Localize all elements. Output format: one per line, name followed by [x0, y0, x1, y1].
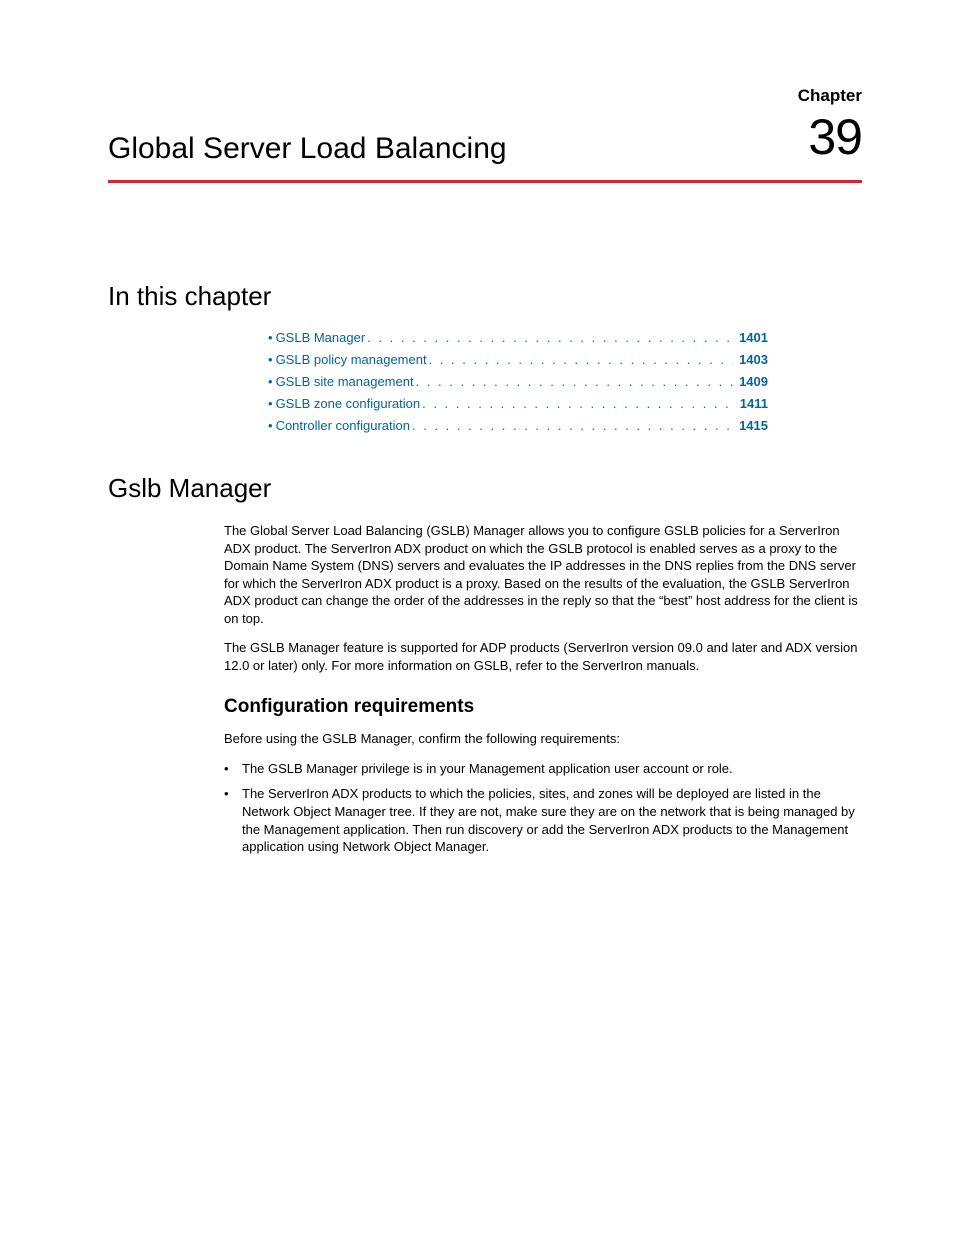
toc-link[interactable]: GSLB Manager	[276, 330, 366, 345]
toc-leader: . . . . . . . . . . . . . . . . . . . . …	[420, 396, 734, 411]
toc-item: • GSLB Manager . . . . . . . . . . . . .…	[268, 330, 768, 345]
chapter-rule	[108, 180, 862, 183]
toc-page-link[interactable]: 1415	[733, 418, 768, 433]
bullet-icon: •	[268, 352, 273, 367]
body-content: The Global Server Load Balancing (GSLB) …	[224, 522, 864, 856]
bullet-icon: •	[224, 760, 242, 778]
toc-leader: . . . . . . . . . . . . . . . . . . . . …	[427, 352, 733, 367]
paragraph: The Global Server Load Balancing (GSLB) …	[224, 522, 864, 627]
toc-link[interactable]: GSLB zone configuration	[276, 396, 421, 411]
subsection-config-requirements: Configuration requirements	[224, 696, 864, 718]
section-in-this-chapter: In this chapter	[108, 281, 862, 312]
list-text: The ServerIron ADX products to which the…	[242, 785, 864, 855]
toc-page-link[interactable]: 1409	[733, 374, 768, 389]
chapter-header: Chapter 39 Global Server Load Balancing	[108, 88, 862, 281]
toc-item: • GSLB zone configuration . . . . . . . …	[268, 396, 768, 411]
list-item: • The ServerIron ADX products to which t…	[224, 785, 864, 855]
bullet-icon: •	[268, 374, 273, 389]
toc-link[interactable]: Controller configuration	[276, 418, 410, 433]
toc: • GSLB Manager . . . . . . . . . . . . .…	[268, 330, 768, 433]
bullet-icon: •	[224, 785, 242, 855]
paragraph: The GSLB Manager feature is supported fo…	[224, 639, 864, 674]
toc-page-link[interactable]: 1411	[734, 396, 768, 411]
toc-item: • Controller configuration . . . . . . .…	[268, 418, 768, 433]
bullet-icon: •	[268, 396, 273, 411]
chapter-number: 39	[808, 108, 862, 166]
bullet-list: • The GSLB Manager privilege is in your …	[224, 760, 864, 856]
toc-link[interactable]: GSLB policy management	[276, 352, 427, 367]
toc-page-link[interactable]: 1403	[733, 352, 768, 367]
toc-page-link[interactable]: 1401	[733, 330, 768, 345]
chapter-title: Global Server Load Balancing	[108, 88, 862, 166]
chapter-label: Chapter	[798, 86, 862, 106]
paragraph: Before using the GSLB Manager, confirm t…	[224, 730, 864, 748]
list-text: The GSLB Manager privilege is in your Ma…	[242, 760, 864, 778]
list-item: • The GSLB Manager privilege is in your …	[224, 760, 864, 778]
toc-leader: . . . . . . . . . . . . . . . . . . . . …	[365, 330, 733, 345]
toc-link[interactable]: GSLB site management	[276, 374, 414, 389]
bullet-icon: •	[268, 418, 273, 433]
bullet-icon: •	[268, 330, 273, 345]
toc-leader: . . . . . . . . . . . . . . . . . . . . …	[414, 374, 733, 389]
section-gslb-manager: Gslb Manager	[108, 473, 862, 504]
toc-leader: . . . . . . . . . . . . . . . . . . . . …	[410, 418, 733, 433]
toc-item: • GSLB site management . . . . . . . . .…	[268, 374, 768, 389]
toc-item: • GSLB policy management . . . . . . . .…	[268, 352, 768, 367]
